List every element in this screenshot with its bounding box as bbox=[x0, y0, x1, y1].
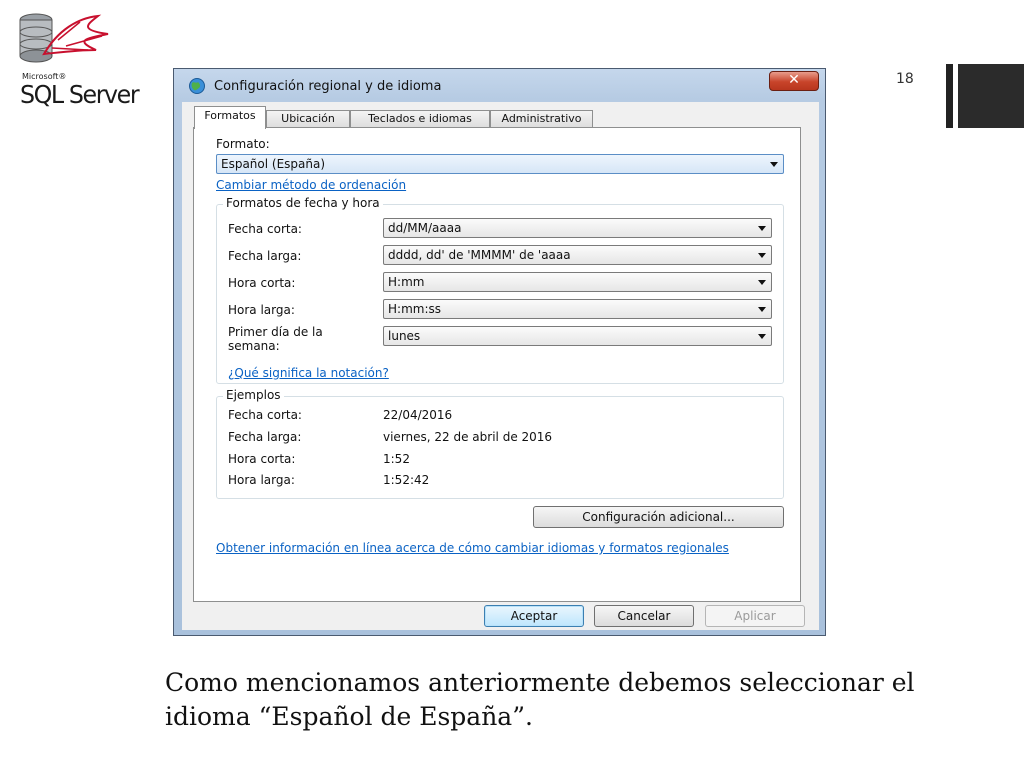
logo-product-text: SQL Server bbox=[20, 80, 140, 109]
example-long-date-label: Fecha larga: bbox=[228, 430, 302, 444]
window-title: Configuración regional y de idioma bbox=[214, 79, 442, 94]
chevron-down-icon bbox=[758, 253, 766, 258]
long-time-select[interactable]: H:mm:ss bbox=[383, 299, 772, 319]
date-time-formats-group: Formatos de fecha y hora Fecha corta: dd… bbox=[216, 196, 784, 384]
first-day-of-week-select[interactable]: lunes bbox=[383, 326, 772, 346]
short-time-value: H:mm bbox=[388, 275, 425, 289]
tab-teclados-e-idiomas[interactable]: Teclados e idiomas bbox=[350, 110, 490, 128]
first-day-of-week-label: Primer día de la semana: bbox=[228, 325, 323, 353]
globe-icon bbox=[189, 78, 205, 94]
chevron-down-icon bbox=[770, 162, 778, 167]
example-short-date-label: Fecha corta: bbox=[228, 408, 302, 422]
tab-administrativo[interactable]: Administrativo bbox=[490, 110, 593, 128]
chevron-down-icon bbox=[758, 226, 766, 231]
short-date-label: Fecha corta: bbox=[228, 222, 302, 236]
formato-select[interactable]: Español (España) bbox=[216, 154, 784, 174]
tab-formatos[interactable]: Formatos bbox=[194, 106, 266, 129]
decorative-block bbox=[958, 64, 1024, 128]
example-long-date-value: viernes, 22 de abril de 2016 bbox=[383, 430, 553, 444]
sql-server-logo: Microsoft® SQL Server bbox=[12, 10, 142, 109]
ok-button[interactable]: Aceptar bbox=[484, 605, 584, 627]
example-long-time-label: Hora larga: bbox=[228, 473, 295, 487]
examples-group: Ejemplos Fecha corta: 22/04/2016 Fecha l… bbox=[216, 388, 784, 499]
long-date-value: dddd, dd' de 'MMMM' de 'aaaa bbox=[388, 248, 571, 262]
long-time-label: Hora larga: bbox=[228, 303, 295, 317]
long-time-value: H:mm:ss bbox=[388, 302, 441, 316]
short-time-select[interactable]: H:mm bbox=[383, 272, 772, 292]
tab-ubicacion[interactable]: Ubicación bbox=[266, 110, 350, 128]
database-icon bbox=[19, 13, 109, 63]
example-short-date-value: 22/04/2016 bbox=[383, 408, 453, 422]
chevron-down-icon bbox=[758, 280, 766, 285]
decorative-bar bbox=[946, 64, 953, 128]
short-time-label: Hora corta: bbox=[228, 276, 296, 290]
cancel-button[interactable]: Cancelar bbox=[594, 605, 694, 627]
example-short-time-value: 1:52 bbox=[383, 452, 410, 466]
regional-settings-dialog: Configuración regional y de idioma ✕ For… bbox=[173, 68, 826, 636]
chevron-down-icon bbox=[758, 334, 766, 339]
date-time-formats-legend: Formatos de fecha y hora bbox=[223, 196, 383, 210]
notation-help-link[interactable]: ¿Qué significa la notación? bbox=[228, 366, 389, 380]
example-long-time-value: 1:52:42 bbox=[383, 473, 430, 487]
apply-button[interactable]: Aplicar bbox=[705, 605, 805, 627]
sort-method-link[interactable]: Cambiar método de ordenación bbox=[216, 178, 406, 192]
examples-legend: Ejemplos bbox=[223, 388, 284, 402]
chevron-down-icon bbox=[758, 307, 766, 312]
close-button[interactable]: ✕ bbox=[769, 71, 819, 91]
dialog-client-area: Formatos Ubicación Teclados e idiomas Ad… bbox=[182, 102, 819, 630]
formato-label: Formato: bbox=[216, 137, 270, 151]
example-short-time-label: Hora corta: bbox=[228, 452, 296, 466]
long-date-select[interactable]: dddd, dd' de 'MMMM' de 'aaaa bbox=[383, 245, 772, 265]
slide-page-number: 18 bbox=[896, 71, 914, 87]
slide-caption: Como mencionamos anteriormente debemos s… bbox=[165, 668, 915, 731]
additional-settings-button[interactable]: Configuración adicional... bbox=[533, 506, 784, 528]
formato-select-value: Español (España) bbox=[221, 157, 326, 171]
first-day-of-week-value: lunes bbox=[388, 329, 421, 343]
short-date-value: dd/MM/aaaa bbox=[388, 221, 462, 235]
formatos-tab-panel: Formato: Español (España) Cambiar método… bbox=[193, 127, 801, 602]
short-date-select[interactable]: dd/MM/aaaa bbox=[383, 218, 772, 238]
online-info-link[interactable]: Obtener información en línea acerca de c… bbox=[216, 541, 776, 555]
long-date-label: Fecha larga: bbox=[228, 249, 302, 263]
